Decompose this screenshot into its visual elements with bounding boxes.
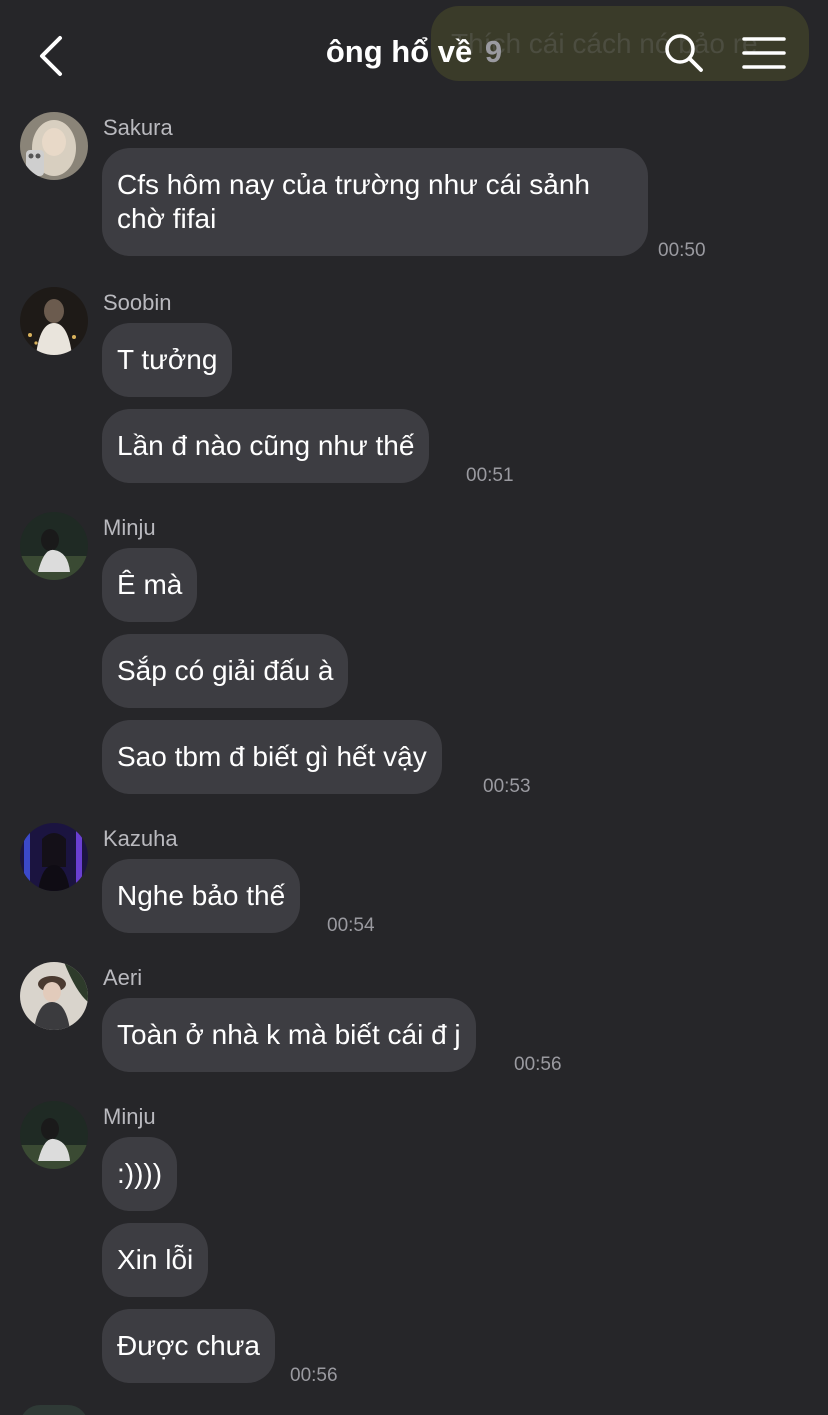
message-time: 00:53 [483,776,531,797]
sender-name: Aeri [103,965,143,990]
avatar-minju[interactable] [20,512,88,580]
message-bubble[interactable]: Toàn ở nhà k mà biết cái đ j [102,998,476,1072]
message-bubble[interactable]: Xin lỗi [102,1223,209,1297]
message-text: Được chưa [117,1330,260,1361]
avatar-photo [20,823,88,891]
sender-name: Minju [103,1104,156,1129]
message-bubble[interactable]: Ê mà [102,548,198,622]
message-time: 00:51 [466,465,514,486]
avatar-kazuha[interactable] [20,823,88,891]
menu-button[interactable] [741,34,787,74]
sender-name: Soobin [103,290,172,315]
message-text: Xin lỗi [117,1244,194,1275]
chat-header: ông hổ về 9 [0,0,828,110]
avatar-photo [20,287,88,355]
message-text: Ê mà [117,569,183,600]
avatar-photo [20,112,88,180]
avatar-photo [20,962,88,1030]
avatar-minju[interactable] [20,1101,88,1169]
search-icon [665,34,703,72]
avatar-soobin[interactable] [20,287,88,355]
message-time: 00:54 [327,915,375,936]
message-time: 00:50 [658,240,706,261]
sender-name: Minju [103,515,156,540]
message-text: Sắp có giải đấu à [117,655,334,686]
message-bubble[interactable]: Sắp có giải đấu à [102,634,349,708]
avatar-sakura[interactable] [20,112,88,180]
message-bubble[interactable]: :)))) [102,1137,178,1211]
next-avatar-partial [20,1405,88,1415]
message-bubble[interactable]: T tưởng [102,323,233,397]
message-text: T tưởng [117,344,218,375]
message-bubble[interactable]: Sao tbm đ biết gì hết vậy [102,720,442,794]
message-text: Sao tbm đ biết gì hết vậy [117,741,427,772]
member-count: 9 [484,34,503,69]
avatar-photo [20,512,88,580]
chat-screen: Thích cái cách nó bảo re ông hổ về 9 Sak… [0,0,828,1415]
hamburger-menu-icon [742,37,786,69]
avatar-photo [20,1101,88,1169]
message-time: 00:56 [514,1054,562,1075]
message-bubble[interactable]: Được chưa [102,1309,275,1383]
message-text: Lần đ nào cũng như thế [117,430,415,461]
sender-name: Sakura [103,115,173,140]
message-bubble[interactable]: Cfs hôm nay của trường như cái sảnh chờ … [102,148,648,256]
search-button[interactable] [662,31,706,75]
message-time: 00:56 [290,1365,338,1386]
message-bubble[interactable]: Nghe bảo thế [102,859,301,933]
message-text: Toàn ở nhà k mà biết cái đ j [117,1019,461,1050]
message-text: :)))) [117,1158,163,1189]
avatar-aeri[interactable] [20,962,88,1030]
message-text: Cfs hôm nay của trường như cái sảnh chờ … [117,169,590,234]
message-bubble[interactable]: Lần đ nào cũng như thế [102,409,430,483]
message-text: Nghe bảo thế [117,880,286,911]
group-name: ông hổ về [325,34,473,69]
sender-name: Kazuha [103,826,178,851]
